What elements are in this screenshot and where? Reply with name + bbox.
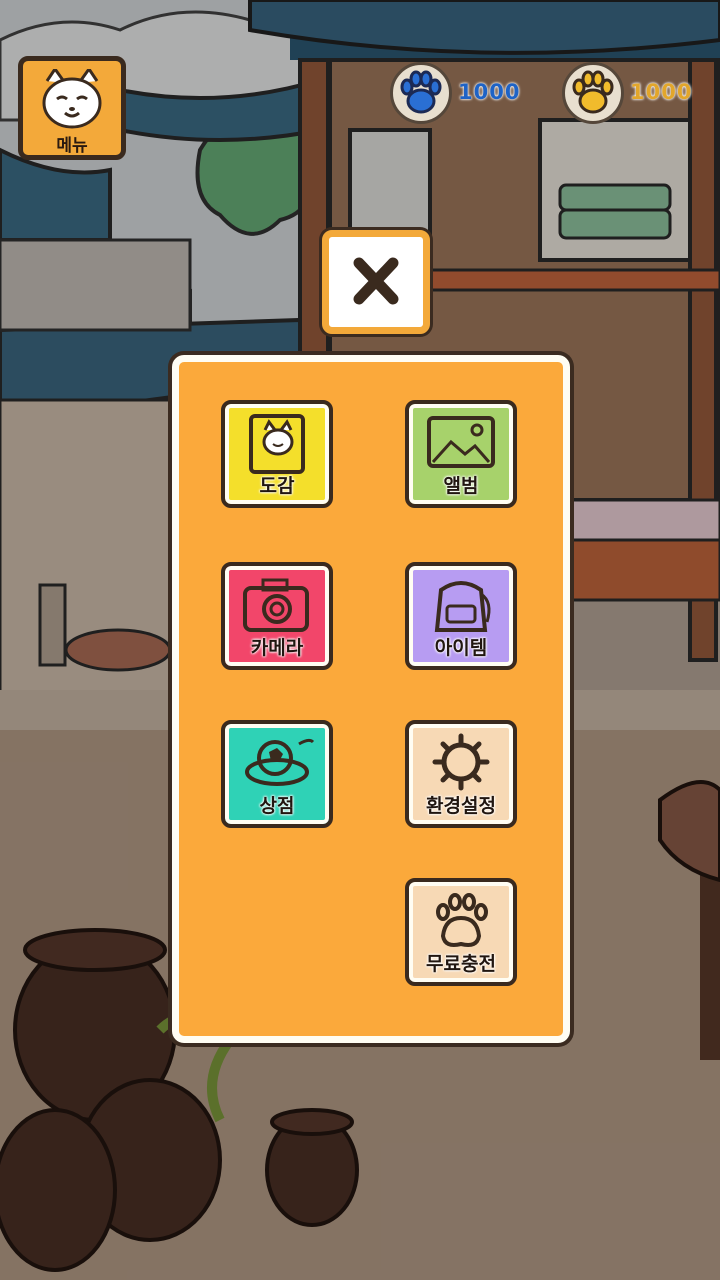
menu-item-label: 앨범 — [443, 475, 479, 497]
menu-item-item[interactable]: 아이템 — [405, 562, 517, 670]
gold-paw-icon — [562, 62, 624, 124]
menu-item-label: 도감 — [259, 475, 295, 497]
menu-item-label: 카메라 — [250, 637, 304, 659]
camera-icon — [243, 578, 309, 632]
backpack-icon — [434, 581, 491, 632]
picture-icon — [427, 416, 495, 468]
dog-face-icon — [42, 69, 102, 129]
menu-item-camera[interactable]: 카메라 — [221, 562, 333, 670]
menu-item-label: 아이템 — [434, 637, 488, 659]
menu-label: 메뉴 — [56, 136, 88, 156]
menu-item-label: 무료충전 — [426, 953, 496, 975]
menu-item-label: 상점 — [259, 795, 295, 817]
menu-button[interactable]: 메뉴 — [18, 56, 126, 160]
gold-paw-amount: 1000 — [630, 80, 693, 104]
paw-icon — [436, 893, 488, 947]
menu-item-free-charge[interactable]: 무료충전 — [405, 878, 517, 986]
close-button[interactable] — [322, 230, 430, 334]
menu-item-dogam[interactable]: 도감 — [221, 400, 333, 508]
blue-paw-icon — [390, 62, 452, 124]
gear-icon — [432, 733, 490, 791]
menu-item-album[interactable]: 앨범 — [405, 400, 517, 508]
menu-item-label: 환경설정 — [426, 795, 496, 817]
close-icon — [353, 257, 399, 305]
menu-item-shop[interactable]: 상점 — [221, 720, 333, 828]
blue-paw-amount: 1000 — [458, 80, 521, 104]
menu-item-settings[interactable]: 환경설정 — [405, 720, 517, 828]
ball-basket-icon — [245, 738, 315, 786]
book-cat-icon — [249, 414, 305, 474]
menu-panel: 도감 앨범 카메라 아이템 상점 환경설정 무료충전 — [172, 355, 570, 1043]
